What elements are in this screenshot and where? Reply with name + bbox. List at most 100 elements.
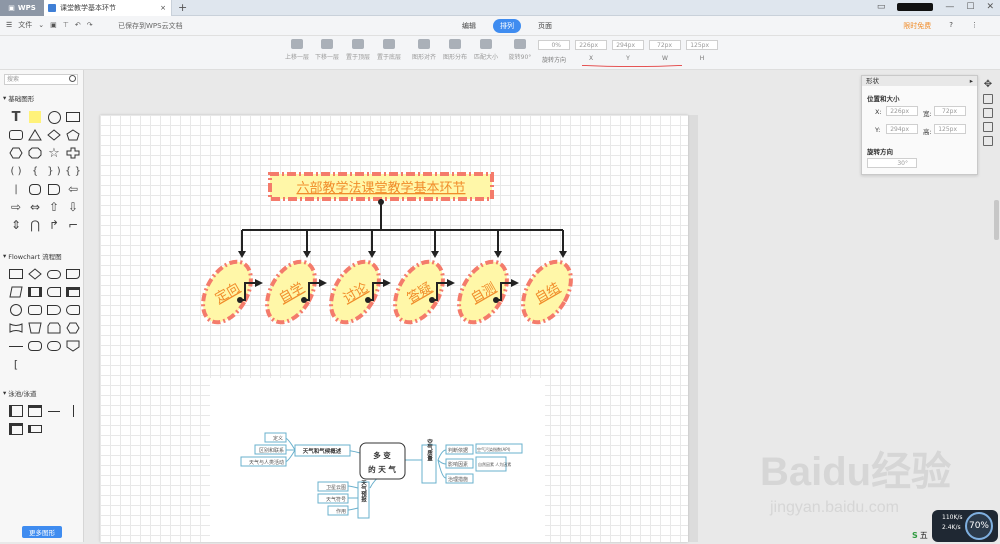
send-backward-button[interactable]: 下移一层 [312,39,342,61]
arrow-left-shape[interactable]: ⇦ [65,182,81,196]
chevron-down-icon[interactable]: ⌄ [38,21,44,29]
menu-icon[interactable]: ☰ [6,21,12,29]
document-tab[interactable]: 课堂教学基本环节 × [44,0,172,16]
match-size-button[interactable]: 匹配大小 [471,39,501,61]
bracket-annotation-shape[interactable]: [ [8,357,24,371]
triangle-shape[interactable] [27,128,43,142]
arrow-right-shape[interactable]: ⇨ [8,200,24,214]
panel-h-input[interactable]: 125px [934,124,966,134]
redo-icon[interactable]: ↷ [87,21,93,29]
file-icon[interactable] [983,136,993,146]
corner-arrow-shape[interactable]: ↱ [46,218,62,232]
file-menu[interactable]: 文件 [18,20,32,30]
divider-h-shape[interactable] [46,404,62,418]
line-shape[interactable]: | [8,182,24,196]
close-tab-icon[interactable]: × [160,4,166,12]
tablet-mode-icon[interactable]: ▭ [877,2,886,12]
send-to-back-button[interactable]: 置于底层 [374,39,404,61]
divider-v-shape[interactable] [65,404,81,418]
u-turn-shape[interactable]: ⋂ [27,218,43,232]
bring-to-front-button[interactable]: 置于顶层 [343,39,373,61]
h-input[interactable]: 125px [686,40,718,50]
rotate-input[interactable]: 0% [538,40,570,50]
pool-shape[interactable] [8,422,24,436]
diamond-shape[interactable] [46,128,62,142]
terminator-shape[interactable] [46,267,62,281]
user-avatar[interactable] [897,3,934,11]
close-icon[interactable]: ✕ [986,2,994,12]
distribute-button[interactable]: 图形分布 [440,39,470,61]
star-shape[interactable]: ☆ [46,146,62,161]
lane-shape[interactable] [27,422,43,436]
rect-shape[interactable] [65,110,81,124]
arrow-down-shape[interactable]: ⇩ [65,200,81,214]
arrow-updown-shape[interactable]: ⇕ [8,218,24,232]
image-icon[interactable] [983,108,993,118]
bracket-right-shape[interactable]: } ) [46,164,62,178]
octagon-shape[interactable] [27,146,43,160]
connector-shape[interactable] [8,303,24,317]
section-flowchart[interactable]: ▾ Flowchart 流程图 [3,251,62,261]
note-shape[interactable] [27,110,43,124]
data-shape[interactable] [8,285,24,299]
loop-limit-shape[interactable] [46,321,62,335]
limited-free-link[interactable]: 限时免费 [903,21,931,31]
minimize-icon[interactable]: — [945,2,954,12]
tab-edit[interactable]: 编辑 [455,19,483,33]
panel-y-input[interactable]: 294px [886,124,918,134]
align-button[interactable]: 图形对齐 [409,39,439,61]
maximize-icon[interactable]: ☐ [966,2,974,12]
w-input[interactable]: 72px [649,40,681,50]
section-basic-shapes[interactable]: ▾ 基础图形 [3,93,34,103]
undo-icon[interactable]: ↶ [75,21,81,29]
cylinder-shape[interactable] [27,182,43,196]
rounded-rect-shape[interactable] [8,128,24,142]
stored-data-shape[interactable] [46,285,62,299]
hexagon-shape[interactable] [8,146,24,160]
tape-shape[interactable] [8,321,24,335]
search-input[interactable]: 搜索 [4,74,78,85]
cpu-gauge[interactable]: 70% [965,512,993,540]
collapse-icon[interactable]: ▸ [970,76,973,86]
ime-indicator[interactable]: S五 [912,528,962,542]
swimlane-h-shape[interactable] [27,404,43,418]
cross-shape[interactable] [65,146,81,160]
search-icon[interactable] [69,75,76,82]
rotate-90-button[interactable]: 旋转90° [505,39,535,61]
flow-line-shape[interactable] [8,339,24,353]
process-shape[interactable] [8,267,24,281]
bracket-left-shape[interactable]: { [27,164,43,178]
decision-shape[interactable] [27,267,43,281]
format-painter-icon[interactable]: ⊤ [63,21,69,29]
navigate-icon[interactable]: ✥ [984,79,992,90]
prep-shape[interactable] [65,321,81,335]
page-icon[interactable] [983,122,993,132]
panel-w-input[interactable]: 72px [934,106,966,116]
panel-x-input[interactable]: 226px [886,106,918,116]
rounded-process-shape[interactable] [27,339,43,353]
offpage-shape[interactable] [65,339,81,353]
text-shape[interactable]: T [8,110,24,125]
panel-header[interactable]: 形状 ▸ [862,76,977,86]
l-shape[interactable]: ⌐ [65,218,81,232]
manual-op-shape[interactable] [27,321,43,335]
swimlane-v-shape[interactable] [8,404,24,418]
stadium-shape[interactable] [46,339,62,353]
internal-storage-shape[interactable] [65,285,81,299]
delay-shape[interactable] [46,303,62,317]
vertical-scrollbar[interactable] [994,200,999,240]
circle-shape[interactable] [46,110,62,124]
help-icon[interactable]: ? [949,21,953,31]
more-icon[interactable]: ⋮ [971,21,978,31]
y-input[interactable]: 294px [612,40,644,50]
card-shape[interactable] [27,303,43,317]
brace-shape[interactable]: ( ) [8,164,24,178]
pentagon-shape[interactable] [65,128,81,142]
arrow-double-shape[interactable]: ⇔ [27,200,43,214]
new-tab-button[interactable]: + [178,1,187,14]
doc-shape[interactable] [46,182,62,196]
tab-arrange[interactable]: 排列 [493,19,521,33]
section-swimlane[interactable]: ▾ 泳池/泳道 [3,388,36,398]
format-icon[interactable] [983,94,993,104]
panel-rotation-input[interactable]: 30° [867,158,917,168]
